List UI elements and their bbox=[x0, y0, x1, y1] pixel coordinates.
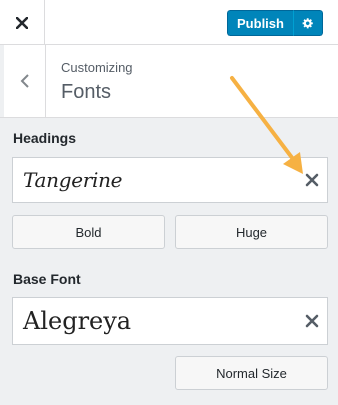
publish-settings-button[interactable] bbox=[293, 10, 323, 36]
headings-font-value: Tangerine bbox=[23, 168, 123, 192]
customizer-panel: Publish Customizing Fonts Headings Tange… bbox=[0, 0, 338, 405]
publish-button-group: Publish bbox=[227, 10, 323, 36]
headings-font-field[interactable]: Tangerine bbox=[12, 157, 328, 203]
close-icon bbox=[16, 16, 28, 29]
headings-label: Headings bbox=[13, 130, 77, 146]
headings-bold-button[interactable]: Bold bbox=[12, 215, 165, 249]
gear-icon bbox=[302, 18, 313, 29]
base-font-value: Alegreya bbox=[23, 307, 132, 335]
breadcrumb: Customizing bbox=[61, 60, 133, 75]
base-font-label: Base Font bbox=[13, 271, 81, 287]
chevron-left-icon bbox=[20, 74, 29, 88]
section-title: Fonts bbox=[61, 81, 112, 103]
close-icon[interactable] bbox=[305, 314, 319, 328]
close-customizer-button[interactable] bbox=[0, 0, 45, 45]
close-icon[interactable] bbox=[305, 173, 319, 187]
section-header: Customizing Fonts bbox=[0, 45, 338, 118]
base-font-field[interactable]: Alegreya bbox=[12, 297, 328, 345]
back-button[interactable] bbox=[0, 45, 46, 117]
customizer-header: Publish bbox=[0, 0, 338, 45]
publish-button[interactable]: Publish bbox=[227, 10, 293, 36]
base-font-size-button[interactable]: Normal Size bbox=[175, 356, 328, 390]
headings-size-button[interactable]: Huge bbox=[175, 215, 328, 249]
